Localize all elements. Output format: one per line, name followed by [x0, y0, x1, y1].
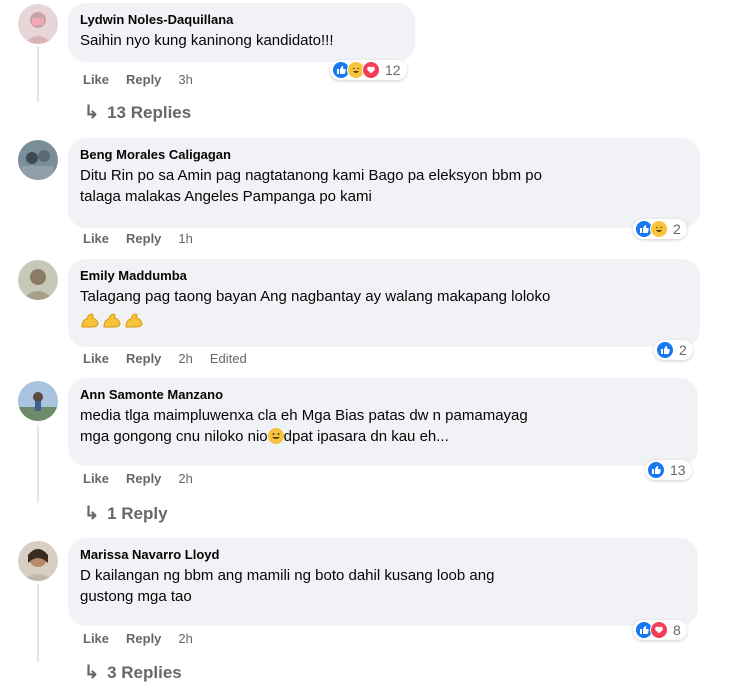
replies-count: 3 Replies: [107, 662, 182, 682]
thread-line: [37, 46, 39, 102]
comment-text-line: mga gongong cnu niloko nio dpat ipasara d…: [80, 426, 686, 447]
avatar[interactable]: [18, 4, 58, 44]
commenter-name[interactable]: Ann Samonte Manzano: [80, 386, 686, 403]
reaction-summary[interactable]: 2: [633, 219, 687, 239]
reaction-count: 2: [673, 221, 681, 237]
comment-bubble: Ann Samonte Manzano media tlga maimpluwe…: [68, 378, 698, 466]
comment-time[interactable]: 3h: [178, 72, 192, 87]
avatar[interactable]: [18, 140, 58, 180]
comment-text: Ditu Rin po sa Amin pag nagtatanong kami…: [80, 165, 688, 207]
like-reaction-icon: [656, 341, 674, 359]
comment-text: media tlga maimpluwenxa cla eh Mga Bias …: [80, 405, 686, 447]
reaction-summary[interactable]: 2: [654, 340, 693, 360]
flexed-biceps-icon: [81, 313, 99, 328]
like-button[interactable]: Like: [83, 631, 109, 646]
avatar[interactable]: [18, 381, 58, 421]
comment-bubble: Marissa Navarro Lloyd D kailangan ng bbm…: [68, 538, 698, 626]
comment-actions: Like Reply 1h: [83, 231, 210, 246]
comment-actions: Like Reply 2h Edited: [83, 351, 264, 366]
reply-button[interactable]: Reply: [126, 231, 161, 246]
comment-time[interactable]: 1h: [178, 231, 192, 246]
flexed-biceps-icon: [125, 313, 143, 328]
like-button[interactable]: Like: [83, 351, 109, 366]
love-reaction-icon: [362, 61, 380, 79]
comment-actions: Like Reply 3h: [83, 72, 210, 87]
reply-button[interactable]: Reply: [126, 471, 161, 486]
view-replies-button[interactable]: ↳ 13 Replies: [84, 102, 191, 123]
comment-text-segment: dpat ipasara dn kau eh...: [283, 428, 449, 445]
reaction-summary[interactable]: 13: [645, 460, 692, 480]
reaction-summary[interactable]: 12: [330, 60, 407, 80]
avatar[interactable]: [18, 260, 58, 300]
reaction-count: 2: [679, 342, 687, 358]
comment-text: D kailangan ng bbm ang mamili ng boto da…: [80, 565, 686, 607]
commenter-name[interactable]: Marissa Navarro Lloyd: [80, 546, 686, 563]
replies-count: 13 Replies: [107, 102, 192, 122]
reply-arrow-icon: ↳: [84, 503, 100, 523]
thread-line: [37, 425, 39, 503]
view-replies-button[interactable]: ↳ 1 Reply: [84, 503, 168, 524]
reply-arrow-icon: ↳: [84, 102, 100, 122]
comment-actions: Like Reply 2h: [83, 471, 210, 486]
comment-text-segment: mga gongong cnu niloko nio: [80, 428, 268, 445]
comment-text-line: talaga malakas Angeles Pampanga po kami: [80, 188, 372, 205]
comment-text-line: gustong mga tao: [80, 588, 192, 605]
thread-line: [37, 584, 39, 662]
like-reaction-icon: [647, 461, 665, 479]
reaction-count: 8: [673, 622, 681, 638]
love-reaction-icon: [650, 621, 668, 639]
comment-text-line: Ditu Rin po sa Amin pag nagtatanong kami…: [80, 167, 542, 184]
reaction-count: 12: [385, 62, 401, 78]
edited-label[interactable]: Edited: [210, 351, 247, 366]
comment-time[interactable]: 2h: [178, 631, 192, 646]
reply-button[interactable]: Reply: [126, 351, 161, 366]
reply-arrow-icon: ↳: [84, 662, 100, 682]
like-button[interactable]: Like: [83, 231, 109, 246]
reaction-summary[interactable]: 8: [633, 620, 687, 640]
comment-bubble: Emily Maddumba Talagang pag taong bayan …: [68, 259, 700, 347]
comment-time[interactable]: 2h: [178, 471, 192, 486]
commenter-name[interactable]: Lydwin Noles-Daquillana: [80, 11, 403, 28]
comment-bubble: Beng Morales Caligagan Ditu Rin po sa Am…: [68, 138, 700, 228]
reply-button[interactable]: Reply: [126, 72, 161, 87]
comment-text: Saihin nyo kung kaninong kandidato!!!: [80, 32, 334, 49]
grinning-emoji-icon: [267, 428, 284, 444]
comment-bubble: Lydwin Noles-Daquillana Saihin nyo kung …: [68, 3, 415, 62]
comment-time[interactable]: 2h: [178, 351, 192, 366]
like-button[interactable]: Like: [83, 72, 109, 87]
replies-count: 1 Reply: [107, 503, 168, 523]
comment-actions: Like Reply 2h: [83, 631, 210, 646]
avatar[interactable]: [18, 541, 58, 581]
flexed-biceps-icon: [103, 313, 121, 328]
commenter-name[interactable]: Beng Morales Caligagan: [80, 146, 688, 163]
view-replies-button[interactable]: ↳ 3 Replies: [84, 662, 182, 683]
comment-text-line: media tlga maimpluwenxa cla eh Mga Bias …: [80, 407, 528, 424]
emoji-row: [80, 311, 688, 329]
like-button[interactable]: Like: [83, 471, 109, 486]
reply-button[interactable]: Reply: [126, 631, 161, 646]
comment-text-line: D kailangan ng bbm ang mamili ng boto da…: [80, 567, 495, 584]
commenter-name[interactable]: Emily Maddumba: [80, 267, 688, 284]
haha-reaction-icon: [650, 220, 668, 238]
reaction-count: 13: [670, 462, 686, 478]
comment-text: Talagang pag taong bayan Ang nagbantay a…: [80, 288, 551, 305]
